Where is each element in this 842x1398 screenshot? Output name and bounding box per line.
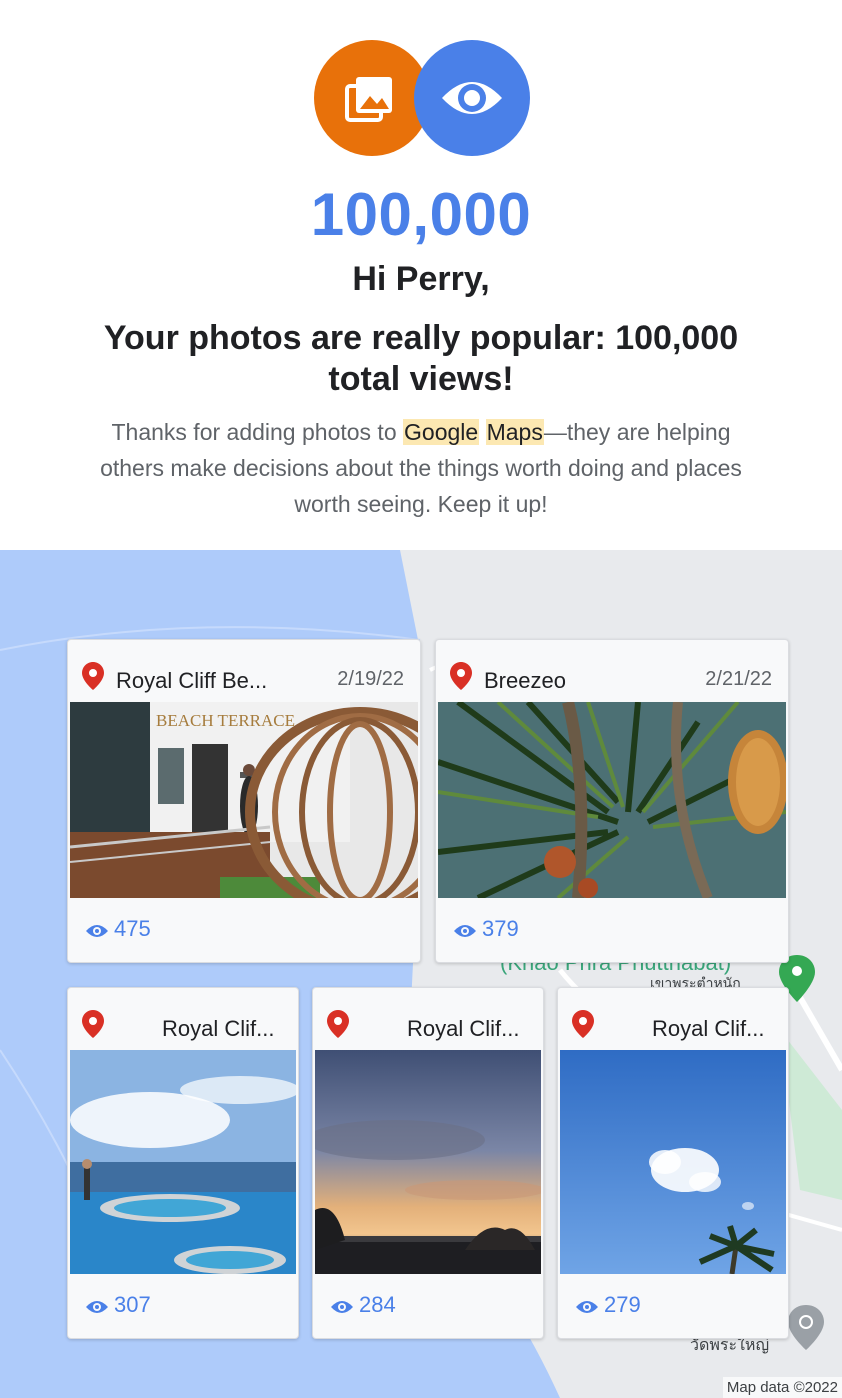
svg-text:BEACH TERRACE: BEACH TERRACE <box>156 711 295 730</box>
eye-icon <box>414 40 530 156</box>
highlight-maps: Maps <box>485 419 544 445</box>
views-eye-icon <box>86 925 108 937</box>
card-views: 307 <box>86 1292 151 1318</box>
views-eye-icon <box>576 1301 598 1313</box>
infinity-pool-photo[interactable] <box>70 1050 296 1274</box>
card-date: 2/19/22 <box>337 668 404 690</box>
location-pin-icon <box>572 1010 594 1038</box>
body-text: Thanks for adding photos to Google Maps—… <box>80 414 762 522</box>
views-eye-icon <box>331 1301 353 1313</box>
card-place-name[interactable]: Royal Clif... <box>652 1016 772 1042</box>
photo-library-icon <box>314 40 430 156</box>
card-place-name[interactable]: Royal Cliff Be... <box>116 668 286 694</box>
highlight-google: Google <box>403 419 480 445</box>
body-text-start: Thanks for adding photos to <box>111 419 404 445</box>
beach-terrace-photo[interactable]: BEACH TERRACE <box>70 702 418 898</box>
views-eye-icon <box>454 925 476 937</box>
views-eye-icon <box>86 1301 108 1313</box>
greeting: Hi Perry, <box>352 260 490 298</box>
card-views-count: 379 <box>482 916 519 941</box>
card-views: 279 <box>576 1292 641 1318</box>
email-header: 100,000 Hi Perry, Your photos are really… <box>0 0 842 550</box>
map-attribution: Map data ©2022 <box>722 1377 842 1398</box>
card-date: 2/21/22 <box>705 668 772 690</box>
photo-card-3[interactable]: Royal Clif... 307 <box>67 987 299 1339</box>
photo-card-4[interactable]: Royal Clif... 284 <box>312 987 544 1339</box>
pandanus-tree-photo[interactable] <box>438 702 786 898</box>
card-views-count: 307 <box>114 1292 151 1317</box>
blue-sky-palm-photo[interactable] <box>560 1050 786 1274</box>
photo-card-5[interactable]: Royal Clif... 279 <box>557 987 789 1339</box>
location-pin-icon <box>82 1010 104 1038</box>
location-pin-icon <box>327 1010 349 1038</box>
total-views-number: 100,000 <box>310 181 532 248</box>
body-text-space <box>479 419 485 445</box>
photo-card-2[interactable]: Breezeo 2/21/22 379 <box>435 639 789 963</box>
card-views: 379 <box>454 916 519 942</box>
photo-card-1[interactable]: Royal Cliff Be... 2/19/22 BEACH TERRACE … <box>67 639 421 963</box>
card-views-count: 475 <box>114 916 151 941</box>
card-place-name[interactable]: Breezeo <box>484 668 654 694</box>
location-pin-icon <box>450 662 472 690</box>
headline: Your photos are really popular: 100,000 … <box>103 319 739 398</box>
card-place-name[interactable]: Royal Clif... <box>407 1016 527 1042</box>
card-views: 475 <box>86 916 151 942</box>
card-place-name[interactable]: Royal Clif... <box>162 1016 282 1042</box>
sunset-sea-photo[interactable] <box>315 1050 541 1274</box>
card-views-count: 284 <box>359 1292 396 1317</box>
card-views: 284 <box>331 1292 396 1318</box>
location-pin-icon <box>82 662 104 690</box>
card-views-count: 279 <box>604 1292 641 1317</box>
